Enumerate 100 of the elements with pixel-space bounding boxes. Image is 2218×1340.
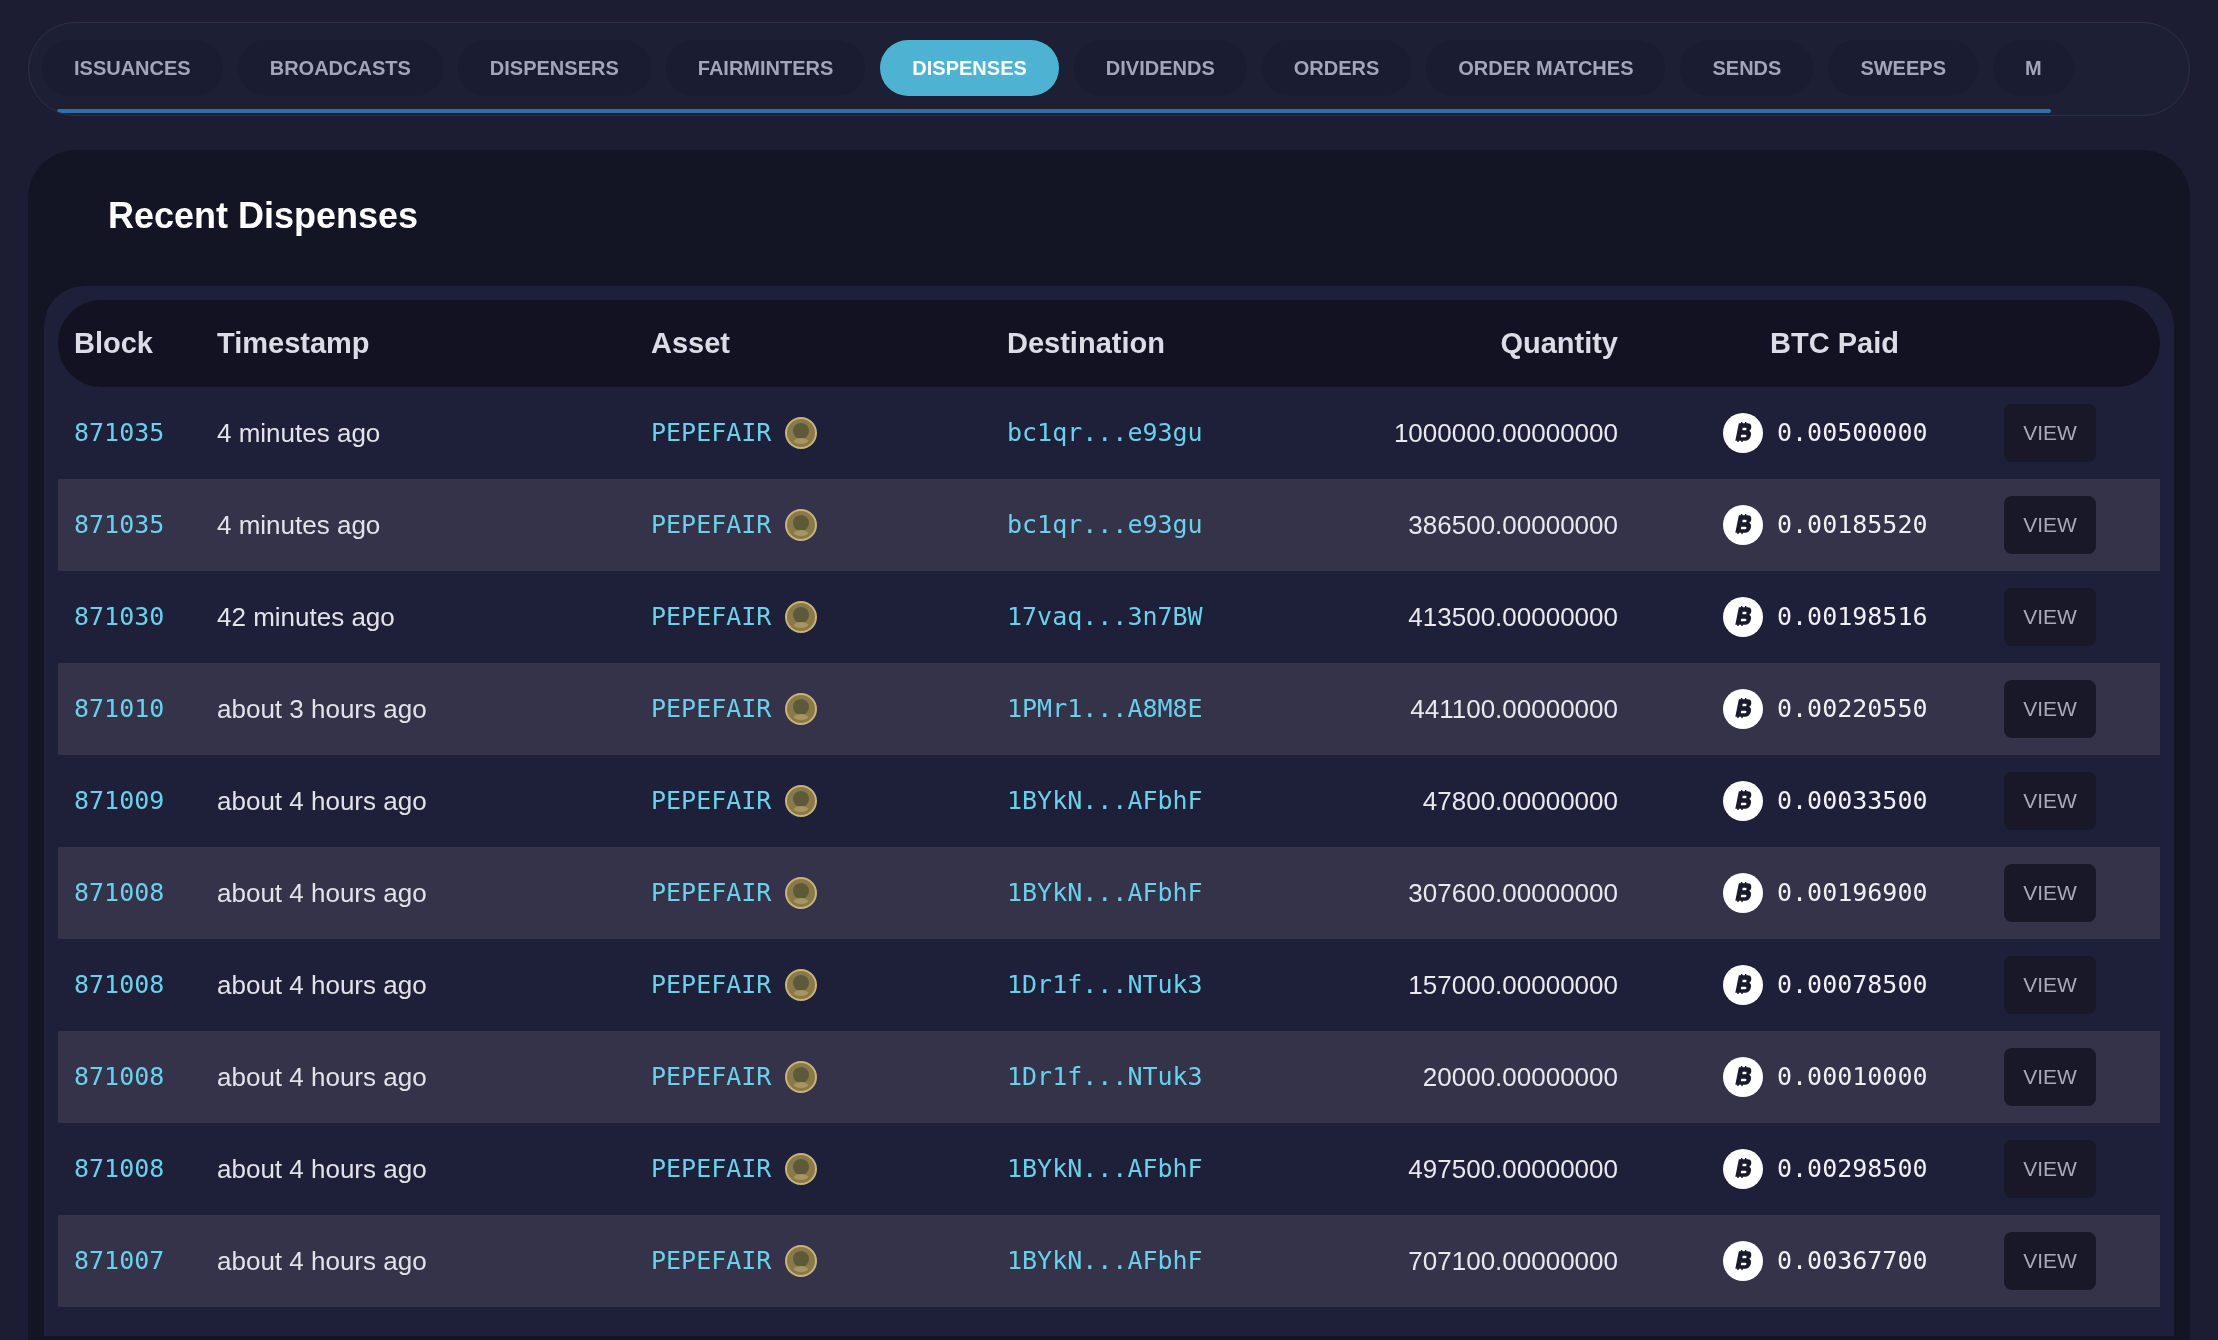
view-button[interactable]: VIEW [2004, 404, 2096, 462]
btc-amount: 0.00198516 [1777, 601, 1928, 634]
quantity: 20000.00000000 [1422, 1060, 1618, 1094]
quantity: 413500.00000000 [1408, 600, 1618, 634]
timestamp: about 4 hours ago [217, 1060, 427, 1094]
bitcoin-icon [1723, 1241, 1763, 1281]
address-link[interactable]: 17vaq...3n7BW [1007, 598, 1203, 636]
asset-link[interactable]: PEPEFAIR [651, 1058, 772, 1096]
coin-icon [785, 877, 818, 909]
address-link[interactable]: 1BYkN...AFbhF [1007, 1150, 1203, 1188]
tab[interactable]: ORDER MATCHES [1426, 40, 1666, 96]
quantity: 441100.00000000 [1410, 692, 1618, 726]
bitcoin-icon [1723, 505, 1763, 545]
coin-icon [785, 1061, 818, 1093]
bitcoin-icon [1723, 1057, 1763, 1097]
column-header: Asset [651, 326, 730, 359]
timestamp: 4 minutes ago [217, 416, 381, 450]
timestamp: about 4 hours ago [217, 1244, 427, 1278]
bitcoin-icon [1723, 873, 1763, 913]
address-link[interactable]: 1BYkN...AFbhF [1007, 1242, 1203, 1280]
bitcoin-icon [1723, 965, 1763, 1005]
block-link[interactable]: 871008 [74, 874, 165, 912]
view-button[interactable]: VIEW [2004, 680, 2096, 738]
section-title: Recent Dispenses [107, 194, 420, 238]
asset-link[interactable]: PEPEFAIR [651, 414, 772, 452]
block-link[interactable]: 871009 [74, 782, 165, 820]
tab[interactable]: DIVIDENDS [1073, 40, 1247, 96]
tab[interactable]: ISSUANCES [42, 40, 223, 96]
quantity: 497500.00000000 [1408, 1152, 1618, 1186]
view-button[interactable]: VIEW [2004, 1232, 2096, 1290]
tab[interactable]: DISPENSERS [457, 40, 651, 96]
bitcoin-icon [1723, 781, 1763, 821]
bitcoin-icon [1723, 413, 1763, 453]
block-link[interactable]: 871008 [74, 1058, 165, 1096]
address-link[interactable]: bc1qr...e93gu [1007, 506, 1203, 544]
address-link[interactable]: 1Dr1f...NTuk3 [1007, 1058, 1203, 1096]
tab[interactable]: ORDERS [1261, 40, 1412, 96]
view-button[interactable]: VIEW [2004, 1140, 2096, 1198]
btc-amount: 0.00185520 [1777, 509, 1928, 542]
timestamp: about 4 hours ago [217, 876, 427, 910]
quantity: 157000.00000000 [1408, 968, 1618, 1002]
btc-amount: 0.00220550 [1777, 693, 1928, 726]
timestamp: 4 minutes ago [217, 508, 381, 542]
block-link[interactable]: 871008 [74, 966, 165, 1004]
address-link[interactable]: 1PMr1...A8M8E [1007, 690, 1203, 728]
tab[interactable]: SWEEPS [1828, 40, 1978, 96]
btc-amount: 0.00196900 [1777, 877, 1928, 910]
coin-icon [785, 693, 818, 725]
view-button[interactable]: VIEW [2004, 1048, 2096, 1106]
block-link[interactable]: 871008 [74, 1150, 165, 1188]
timestamp: about 4 hours ago [217, 968, 427, 1002]
tab[interactable]: SENDS [1680, 40, 1814, 96]
asset-link[interactable]: PEPEFAIR [651, 506, 772, 544]
asset-link[interactable]: PEPEFAIR [651, 690, 772, 728]
bitcoin-icon [1723, 689, 1763, 729]
btc-amount: 0.00500000 [1777, 417, 1928, 450]
address-link[interactable]: 1BYkN...AFbhF [1007, 874, 1203, 912]
coin-icon [785, 601, 818, 633]
tab[interactable]: BROADCASTS [237, 40, 443, 96]
btc-amount: 0.00033500 [1777, 785, 1928, 818]
asset-link[interactable]: PEPEFAIR [651, 598, 772, 636]
timestamp: about 4 hours ago [217, 784, 427, 818]
asset-link[interactable]: PEPEFAIR [651, 874, 772, 912]
quantity: 47800.00000000 [1422, 784, 1618, 818]
column-header: Quantity [1500, 326, 1618, 359]
block-link[interactable]: 871030 [74, 598, 165, 636]
coin-icon [785, 785, 818, 817]
quantity: 386500.00000000 [1408, 508, 1618, 542]
asset-link[interactable]: PEPEFAIR [651, 782, 772, 820]
block-link[interactable]: 871007 [74, 1242, 165, 1280]
block-link[interactable]: 871035 [74, 414, 165, 452]
btc-amount: 0.00298500 [1777, 1153, 1928, 1186]
column-header: Block [74, 326, 153, 359]
asset-link[interactable]: PEPEFAIR [651, 1150, 772, 1188]
tab[interactable]: FAIRMINTERS [665, 40, 866, 96]
block-link[interactable]: 871010 [74, 690, 165, 728]
scroll-indicator[interactable] [57, 109, 2051, 113]
coin-icon [785, 417, 818, 449]
view-button[interactable]: VIEW [2004, 496, 2096, 554]
view-button[interactable]: VIEW [2004, 772, 2096, 830]
btc-amount: 0.00367700 [1777, 1245, 1928, 1278]
btc-amount: 0.00010000 [1777, 1061, 1928, 1094]
view-button[interactable]: VIEW [2004, 588, 2096, 646]
address-link[interactable]: bc1qr...e93gu [1007, 414, 1203, 452]
timestamp: about 3 hours ago [217, 692, 427, 726]
quantity: 707100.00000000 [1408, 1244, 1618, 1278]
block-link[interactable]: 871035 [74, 506, 165, 544]
quantity: 307600.00000000 [1408, 876, 1618, 910]
address-link[interactable]: 1BYkN...AFbhF [1007, 782, 1203, 820]
timestamp: 42 minutes ago [217, 600, 395, 634]
coin-icon [785, 509, 818, 541]
column-header: Timestamp [217, 326, 370, 359]
asset-link[interactable]: PEPEFAIR [651, 966, 772, 1004]
view-button[interactable]: VIEW [2004, 956, 2096, 1014]
quantity: 1000000.00000000 [1393, 416, 1618, 450]
address-link[interactable]: 1Dr1f...NTuk3 [1007, 966, 1203, 1004]
tab[interactable]: M [1992, 40, 2074, 96]
view-button[interactable]: VIEW [2004, 864, 2096, 922]
coin-icon [785, 1245, 818, 1277]
asset-link[interactable]: PEPEFAIR [651, 1242, 772, 1280]
